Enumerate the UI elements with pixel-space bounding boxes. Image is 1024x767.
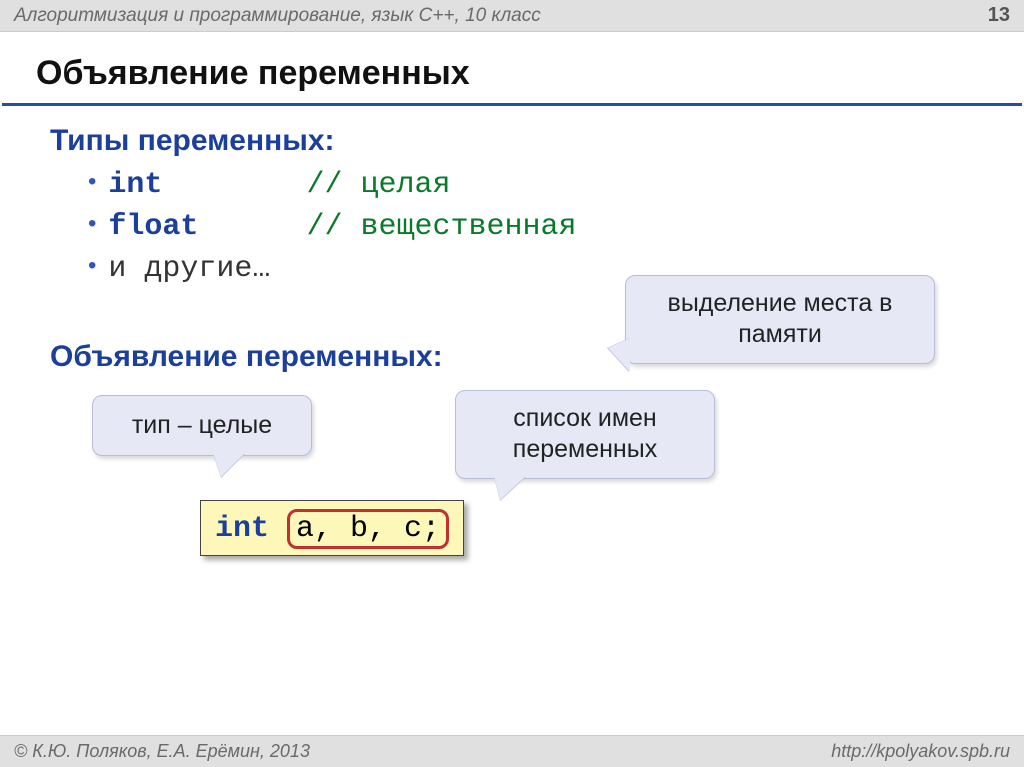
float-keyword: float (108, 210, 198, 244)
types-list: • int // целая • float // вещественная •… (0, 168, 1024, 286)
callout-tail-icon (213, 453, 245, 477)
header-subject: Алгоритмизация и программирование, язык … (14, 5, 541, 27)
types-heading: Типы переменных: (0, 124, 1024, 158)
callout-type-text: тип – целые (132, 411, 272, 439)
slide-title: Объявление переменных (2, 32, 1022, 106)
int-comment: // целая (306, 168, 450, 202)
type-int-row: • int // целая (88, 168, 1024, 202)
code-vars: a, b, c; (296, 512, 440, 546)
others-text: и другие… (108, 252, 270, 286)
bullet-icon: • (88, 254, 96, 278)
slide-footer: © К.Ю. Поляков, Е.А. Ерёмин, 2013 http:/… (0, 735, 1024, 767)
code-keyword: int (215, 512, 269, 546)
callout-names-text: список имен переменных (513, 404, 657, 463)
declaration-heading: Объявление переменных: (50, 340, 443, 374)
bullet-icon: • (88, 170, 96, 194)
code-vars-highlight: a, b, c; (287, 509, 449, 549)
callout-type: тип – целые (92, 395, 312, 456)
float-comment: // вещественная (306, 210, 576, 244)
callout-memory: выделение места в памяти (625, 275, 935, 364)
code-example: int a, b, c; (200, 500, 464, 556)
footer-copyright: © К.Ю. Поляков, Е.А. Ерёмин, 2013 (14, 741, 310, 762)
callout-tail-icon (494, 476, 526, 500)
type-float-row: • float // вещественная (88, 210, 1024, 244)
callout-tail-icon (608, 338, 630, 372)
page-number: 13 (988, 4, 1010, 27)
footer-url: http://kpolyakov.spb.ru (831, 741, 1010, 762)
callout-memory-text: выделение места в памяти (668, 289, 893, 348)
bullet-icon: • (88, 212, 96, 236)
slide-header: Алгоритмизация и программирование, язык … (0, 0, 1024, 32)
callout-names: список имен переменных (455, 390, 715, 479)
int-keyword: int (108, 168, 162, 202)
